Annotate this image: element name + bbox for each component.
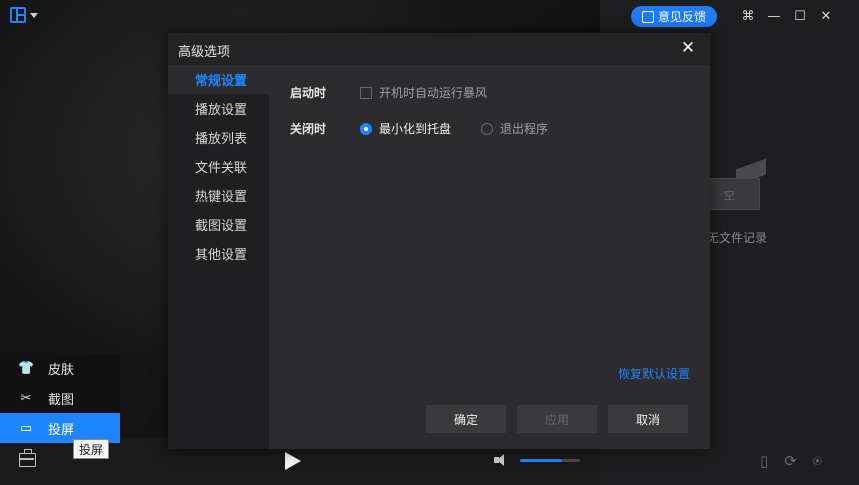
window-controls: ⌘ — ☐ ✕ <box>735 7 839 25</box>
menu-item-label: 截图 <box>48 392 75 408</box>
dialog-nav: 常规设置 播放设置 播放列表 文件关联 热键设置 截图设置 其他设置 <box>168 65 269 449</box>
exit-program-radio[interactable] <box>481 122 494 135</box>
menu-item-label: 投屏 <box>48 422 75 438</box>
close-icon[interactable]: ✕ <box>678 38 698 58</box>
minimize-button[interactable]: — <box>761 7 787 25</box>
nav-item-playback[interactable]: 播放设置 <box>168 94 269 123</box>
dialog-title: 高级选项 <box>178 45 231 60</box>
nav-item-screenshot[interactable]: 截图设置 <box>168 210 269 239</box>
autostart-label[interactable]: 开机时自动运行暴风 <box>379 84 487 101</box>
cast-icon: ▭ <box>19 420 33 436</box>
minimize-tray-label[interactable]: 最小化到托盘 <box>379 120 451 137</box>
menu-item-screenshot[interactable]: ✂ 截图 <box>0 383 120 413</box>
file-icon[interactable]: ▯ <box>760 452 768 470</box>
dialog-header: 高级选项 ✕ <box>168 33 710 65</box>
playlist-icon <box>10 7 26 23</box>
apply-button[interactable]: 应用 <box>517 405 597 433</box>
playlist-toggle[interactable] <box>10 7 38 23</box>
play-icon[interactable] <box>285 452 301 470</box>
restore-defaults-link[interactable]: 恢复默认设置 <box>618 365 690 382</box>
minimize-tray-radio[interactable] <box>360 122 372 135</box>
tools-menu: 👕 皮肤 ✂ 截图 ▭ 投屏 <box>0 353 120 443</box>
nav-item-other[interactable]: 其他设置 <box>168 239 269 268</box>
autostart-checkbox[interactable] <box>360 86 372 99</box>
advanced-options-dialog: 高级选项 ✕ 常规设置 播放设置 播放列表 文件关联 热键设置 截图设置 其他设… <box>168 33 710 449</box>
volume-icon[interactable] <box>494 454 508 466</box>
refresh-icon[interactable]: ⟳ <box>784 452 797 470</box>
exit-program-label[interactable]: 退出程序 <box>500 120 548 137</box>
scissors-icon: ✂ <box>20 390 32 406</box>
footprint-icon[interactable]: ⍟ <box>813 452 822 470</box>
startup-label: 启动时 <box>290 86 327 100</box>
nav-item-playlist[interactable]: 播放列表 <box>168 123 269 152</box>
cancel-button[interactable]: 取消 <box>608 405 688 433</box>
sidebar-actions: ▯ ⟳ ⍟ <box>760 452 822 470</box>
nav-item-file-assoc[interactable]: 文件关联 <box>168 152 269 181</box>
empty-box-icon: 空 <box>708 158 766 210</box>
edit-icon <box>641 10 654 23</box>
shirt-icon: 👕 <box>18 360 35 376</box>
volume-slider[interactable] <box>520 459 580 462</box>
close-row: 关闭时 最小化到托盘 退出程序 <box>290 120 548 137</box>
maximize-button[interactable]: ☐ <box>787 7 813 25</box>
startup-row: 启动时 开机时自动运行暴风 <box>290 84 487 101</box>
feedback-button[interactable]: 意见反馈 <box>631 6 717 27</box>
skin-grid-icon[interactable]: ⌘ <box>735 7 761 25</box>
menu-item-skin[interactable]: 👕 皮肤 <box>0 353 120 383</box>
chevron-down-icon <box>30 12 38 18</box>
nav-item-hotkeys[interactable]: 热键设置 <box>168 181 269 210</box>
menu-item-label: 皮肤 <box>48 362 75 378</box>
nav-item-general[interactable]: 常规设置 <box>168 65 269 94</box>
close-window-button[interactable]: ✕ <box>813 7 839 25</box>
tooltip: 投屏 <box>73 439 110 459</box>
toolbox-icon[interactable] <box>19 449 36 467</box>
ok-button[interactable]: 确定 <box>426 405 506 433</box>
close-label: 关闭时 <box>290 122 327 136</box>
volume-level <box>520 459 562 462</box>
feedback-label: 意见反馈 <box>657 10 706 24</box>
empty-box-text: 空 <box>724 189 735 202</box>
empty-label: 无文件记录 <box>707 231 768 245</box>
